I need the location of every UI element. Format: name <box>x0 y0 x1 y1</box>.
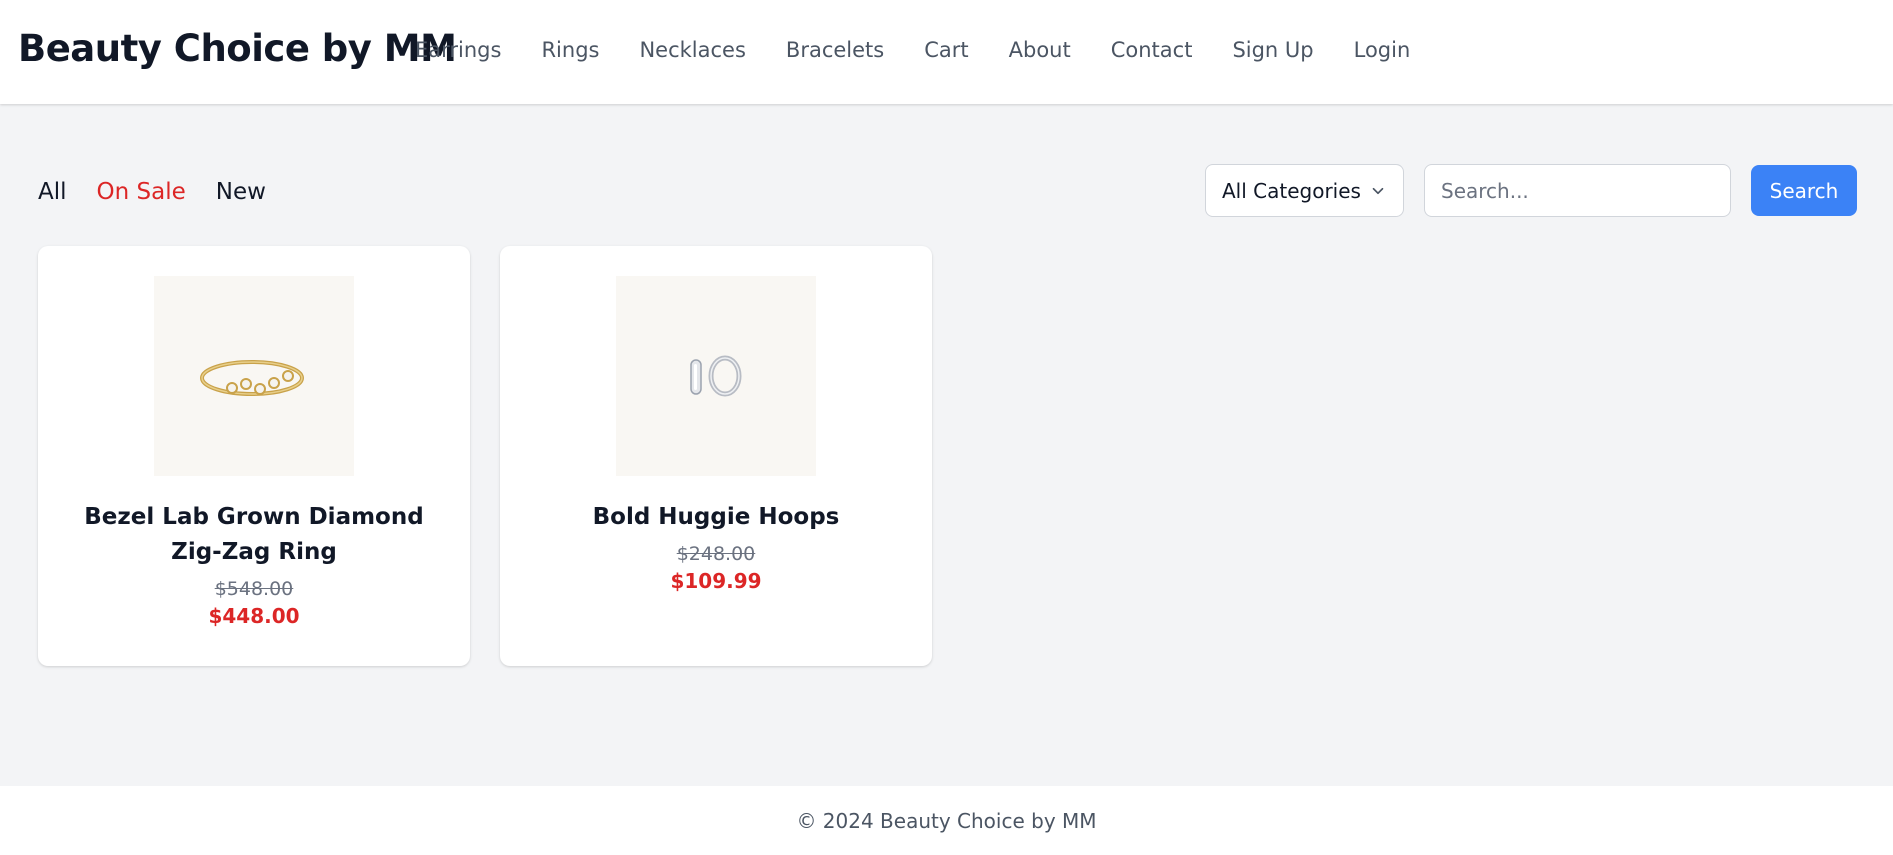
product-sale-price: $448.00 <box>208 604 300 628</box>
product-original-price: $248.00 <box>676 543 756 565</box>
category-select-value: All Categories <box>1222 178 1361 203</box>
nav-rings[interactable]: Rings <box>541 38 599 62</box>
footer-copyright: © 2024 Beauty Choice by MM <box>796 808 1097 833</box>
product-card[interactable]: Bezel Lab Grown Diamond Zig-Zag Ring $54… <box>38 246 470 666</box>
search-input[interactable] <box>1424 164 1731 217</box>
product-sale-price: $109.99 <box>670 569 762 593</box>
filter-on-sale[interactable]: On Sale <box>97 179 186 205</box>
nav-sign-up[interactable]: Sign Up <box>1232 38 1313 62</box>
gold-ring-image <box>200 360 304 396</box>
nav-earrings[interactable]: Earrings <box>415 38 501 62</box>
filter-new[interactable]: New <box>216 179 266 205</box>
nav-about[interactable]: About <box>1009 38 1071 62</box>
nav-cart[interactable]: Cart <box>924 38 968 62</box>
nav-necklaces[interactable]: Necklaces <box>639 38 745 62</box>
filter-all[interactable]: All <box>38 179 67 205</box>
nav-contact[interactable]: Contact <box>1111 38 1193 62</box>
category-select[interactable]: All Categories <box>1205 164 1404 217</box>
main-nav: Earrings Rings Necklaces Bracelets Cart … <box>415 38 1410 62</box>
brand-logo-text[interactable]: Beauty Choice by MM <box>18 27 457 70</box>
site-header: Beauty Choice by MM Earrings Rings Neckl… <box>0 0 1893 104</box>
product-original-price: $548.00 <box>214 578 294 600</box>
product-image-ring[interactable] <box>154 276 354 476</box>
search-button[interactable]: Search <box>1751 165 1857 216</box>
product-image-hoops[interactable] <box>616 276 816 476</box>
product-grid: Bezel Lab Grown Diamond Zig-Zag Ring $54… <box>38 246 932 666</box>
chevron-down-icon <box>1372 187 1384 194</box>
product-name[interactable]: Bold Huggie Hoops <box>536 500 896 535</box>
product-card[interactable]: Bold Huggie Hoops $248.00 $109.99 <box>500 246 932 666</box>
product-name[interactable]: Bezel Lab Grown Diamond Zig-Zag Ring <box>74 500 434 570</box>
main-content: All On Sale New All Categories Search...… <box>0 104 1893 786</box>
site-footer: © 2024 Beauty Choice by MM <box>0 786 1893 855</box>
filter-tabs: All On Sale New <box>38 179 266 205</box>
silver-hoops-image <box>690 355 742 397</box>
nav-login[interactable]: Login <box>1354 38 1411 62</box>
nav-bracelets[interactable]: Bracelets <box>786 38 884 62</box>
